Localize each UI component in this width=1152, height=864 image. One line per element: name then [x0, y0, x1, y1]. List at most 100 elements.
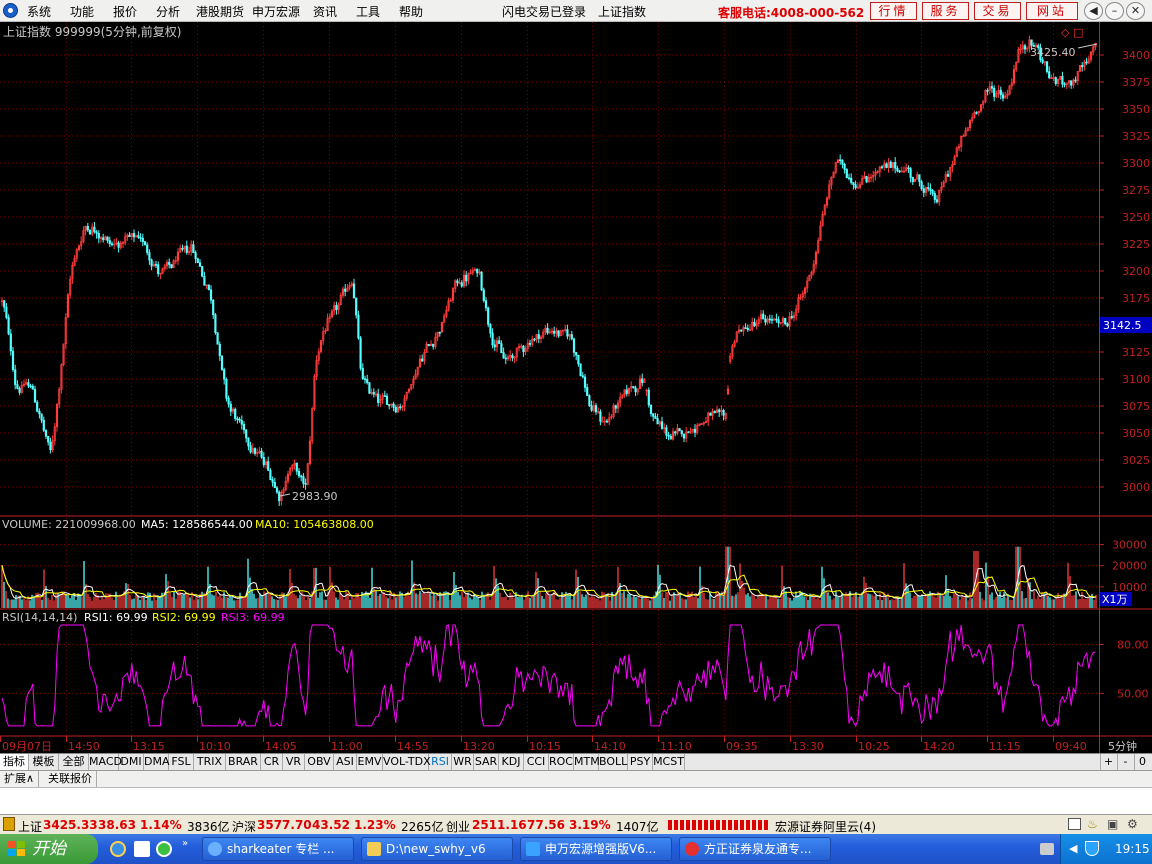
- cy-index-change: 77.56: [527, 818, 565, 832]
- tab-boll[interactable]: BOLL: [599, 754, 628, 771]
- menu-help[interactable]: 帮助: [399, 3, 423, 20]
- candle-body: [975, 112, 978, 114]
- candle-body: [889, 161, 892, 168]
- tab-cr[interactable]: CR: [261, 754, 283, 771]
- hs-index-name[interactable]: 沪深: [232, 818, 256, 835]
- tab-brar[interactable]: BRAR: [226, 754, 261, 771]
- minimize-icon[interactable]: –: [1105, 2, 1124, 20]
- volume-unit: X1万: [1102, 593, 1128, 606]
- time-label: 09月07日: [2, 740, 52, 753]
- candle-body: [1085, 61, 1088, 64]
- period-label[interactable]: 5分钟: [1108, 739, 1137, 753]
- candle-body: [880, 166, 884, 169]
- candle-body: [583, 376, 587, 388]
- tab-fsl[interactable]: FSL: [169, 754, 194, 771]
- time-label: 11:00: [331, 740, 363, 753]
- tab-rsi[interactable]: RSI: [429, 754, 452, 771]
- price-tick-label: 3250: [1122, 211, 1150, 224]
- service-button[interactable]: 服务: [922, 2, 969, 20]
- website-button[interactable]: 网站: [1026, 2, 1078, 20]
- windows-flag-icon: [8, 841, 25, 856]
- broker-server[interactable]: 宏源证券阿里云(4): [775, 818, 876, 835]
- candle-body: [581, 375, 584, 378]
- task-swhy[interactable]: 申万宏源增强版V6...: [520, 837, 672, 861]
- menu-function[interactable]: 功能: [70, 3, 94, 20]
- sh-index-name[interactable]: 上证: [18, 818, 42, 835]
- candle-body: [218, 343, 221, 357]
- tab-mcst[interactable]: MCST: [653, 754, 685, 771]
- task-sharkeater[interactable]: sharkeater 专栏 ...: [202, 837, 354, 861]
- hs-index-price: 3577.70: [257, 818, 312, 832]
- tab-macd[interactable]: MACD: [89, 754, 122, 771]
- tab-obv[interactable]: OBV: [305, 754, 334, 771]
- tab-cci[interactable]: CCI: [524, 754, 549, 771]
- candle-body: [88, 229, 92, 235]
- candle-body: [377, 393, 380, 403]
- status-window-icon[interactable]: [1068, 818, 1081, 830]
- close-icon[interactable]: ✕: [1126, 2, 1145, 20]
- tab-[interactable]: 模板: [29, 754, 59, 771]
- tab-psy[interactable]: PSY: [628, 754, 653, 771]
- menu-analysis[interactable]: 分析: [156, 3, 180, 20]
- status-settings-icon[interactable]: ⚙: [1127, 817, 1138, 831]
- menu-hk-futures[interactable]: 港股期货: [196, 3, 244, 20]
- related-quotes-tab[interactable]: 关联报价: [44, 771, 97, 788]
- candle-body: [223, 369, 226, 380]
- tab-voltdx[interactable]: VOL-TDX: [383, 754, 431, 771]
- candle-body: [669, 435, 672, 440]
- tab-vr[interactable]: VR: [283, 754, 305, 771]
- back-icon[interactable]: ◀: [1084, 2, 1103, 20]
- panel-toggle-icon[interactable]: ◇ □: [1061, 26, 1083, 39]
- start-button[interactable]: 开始: [0, 834, 98, 864]
- clock: 19:15: [1115, 842, 1150, 856]
- time-label: 14:10: [594, 740, 626, 753]
- tab-[interactable]: 全部: [59, 754, 89, 771]
- tab-mtm[interactable]: MTM: [574, 754, 600, 771]
- tab-[interactable]: 指标: [0, 754, 29, 771]
- candle-body: [234, 408, 237, 419]
- candle-body: [577, 354, 580, 365]
- menu-news[interactable]: 资讯: [313, 3, 337, 20]
- trade-button[interactable]: 交易: [974, 2, 1021, 20]
- desktop-icon[interactable]: [134, 841, 150, 857]
- tab-trix[interactable]: TRIX: [194, 754, 226, 771]
- menu-system[interactable]: 系统: [27, 3, 51, 20]
- tab-sar[interactable]: SAR: [474, 754, 499, 771]
- cy-index-name[interactable]: 创业: [446, 818, 470, 835]
- tab-remove-icon[interactable]: -: [1117, 754, 1133, 771]
- candle-body: [247, 437, 250, 447]
- chart-area[interactable]: 上证指数 999999(5分钟,前复权) 3400 3375 3350 3325 330…: [0, 22, 1152, 754]
- security-shield-icon[interactable]: [1085, 841, 1099, 856]
- tab-reset-icon[interactable]: 0: [1134, 754, 1150, 771]
- tab-emv[interactable]: EMV: [357, 754, 383, 771]
- task-folder[interactable]: D:\new_swhy_v6: [361, 837, 513, 861]
- candle-body: [594, 405, 598, 413]
- tray-arrow-icon[interactable]: ◀: [1069, 842, 1077, 855]
- candle-body: [157, 264, 160, 275]
- quotes-button[interactable]: 行情: [870, 2, 917, 20]
- task-founder[interactable]: 方正证券泉友通专...: [679, 837, 831, 861]
- browser-icon[interactable]: [156, 841, 172, 857]
- tab-dma[interactable]: DMA: [144, 754, 170, 771]
- candle-body: [304, 483, 307, 485]
- price-panel-title: 上证指数 999999(5分钟,前复权): [3, 24, 181, 39]
- menu-tools[interactable]: 工具: [356, 3, 380, 20]
- expand-tab[interactable]: 扩展∧: [0, 771, 40, 788]
- ie-icon[interactable]: [110, 841, 126, 857]
- tab-kdj[interactable]: KDJ: [499, 754, 524, 771]
- candle-body: [1054, 77, 1057, 84]
- candle-body: [693, 428, 697, 433]
- candle-body: [275, 487, 279, 493]
- tab-asi[interactable]: ASI: [334, 754, 357, 771]
- sh-index-change: 38.63: [98, 818, 136, 832]
- tab-dmi[interactable]: DMI: [119, 754, 144, 771]
- candle-body: [537, 334, 540, 339]
- menu-quotes[interactable]: 报价: [113, 3, 137, 20]
- candle-body: [366, 379, 369, 383]
- quicklaunch-more-icon[interactable]: »: [182, 838, 192, 849]
- tab-wr[interactable]: WR: [452, 754, 474, 771]
- menu-swhy[interactable]: 申万宏源: [252, 3, 300, 20]
- tab-add-icon[interactable]: +: [1100, 754, 1116, 771]
- keyboard-icon[interactable]: [1040, 843, 1054, 855]
- tab-roc[interactable]: ROC: [549, 754, 574, 771]
